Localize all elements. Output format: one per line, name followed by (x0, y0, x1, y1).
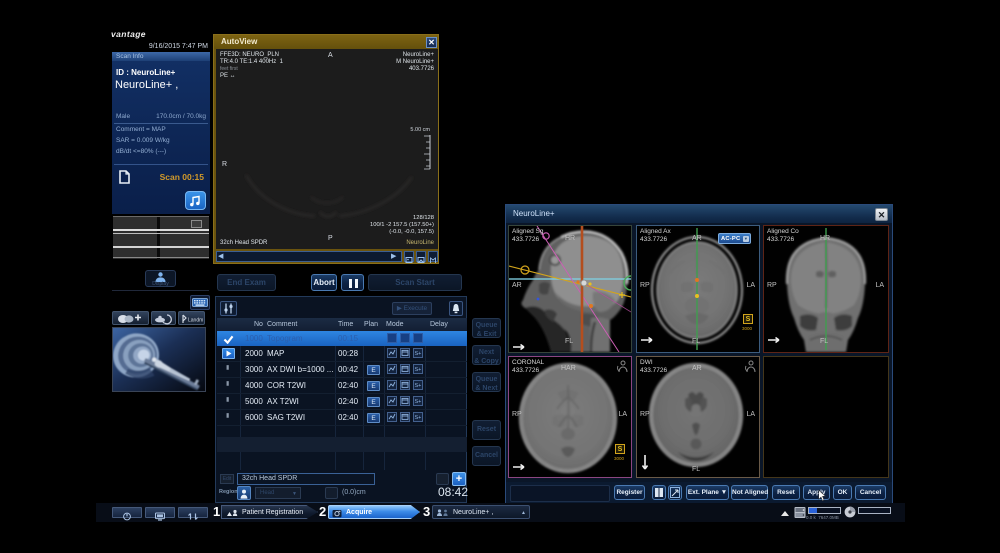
svg-text:Landm: Landm (188, 318, 203, 324)
svg-text:S+: S+ (415, 367, 422, 373)
svg-text:S+: S+ (415, 351, 422, 357)
svg-text:S+: S+ (415, 415, 422, 421)
svg-text:S+: S+ (415, 383, 422, 389)
svg-text:S+: S+ (415, 399, 422, 405)
